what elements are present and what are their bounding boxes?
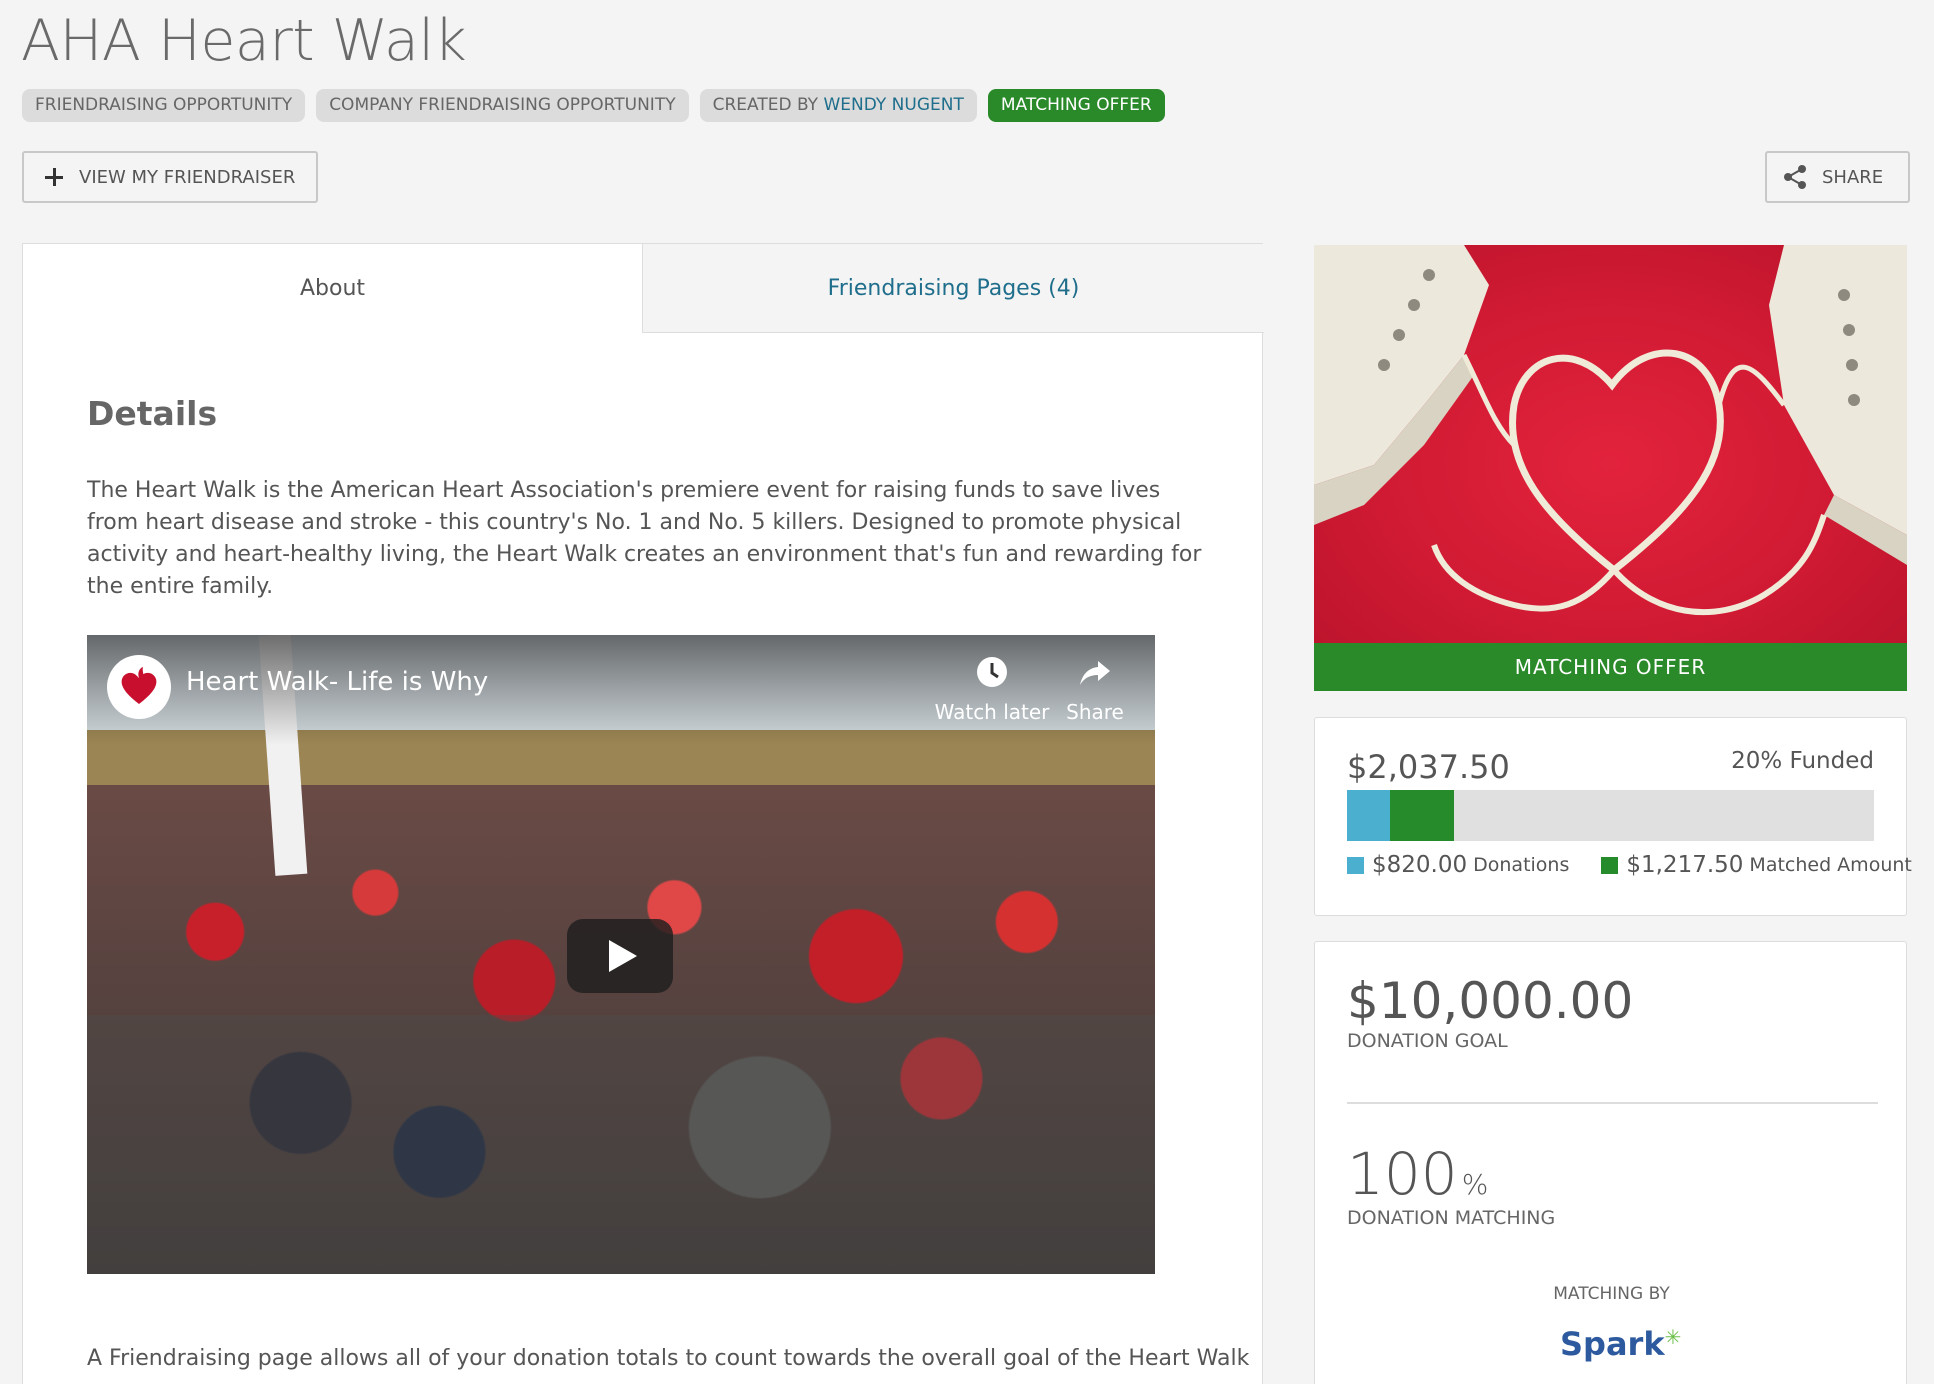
matched-amount: $1,217.50 — [1626, 852, 1744, 878]
matching-offer-badge: MATCHING OFFER — [1314, 643, 1907, 691]
fundraising-progress-card: $2,037.50 20% Funded $820.00 Donations $… — [1314, 717, 1912, 916]
video-share-label: Share — [1066, 700, 1124, 724]
view-friendraiser-button[interactable]: VIEW MY FRIENDRAISER — [22, 151, 318, 203]
tab-friendraising-pages[interactable]: Friendraising Pages (4) — [642, 244, 1264, 333]
details-heading: Details — [87, 394, 218, 433]
matching-value: 100 — [1347, 1140, 1458, 1208]
donations-label: Donations — [1473, 854, 1570, 876]
tag-friendraising: FRIENDRAISING OPPORTUNITY — [22, 89, 306, 122]
matching-by-label: MATCHING BY — [1553, 1284, 1670, 1304]
share-arrow-icon — [1080, 661, 1110, 685]
watch-later-button[interactable]: Watch later — [932, 655, 1052, 724]
progress-matched-segment — [1390, 790, 1455, 841]
tag-matching-offer: MATCHING OFFER — [987, 89, 1165, 122]
clock-icon — [977, 657, 1007, 687]
watch-later-label: Watch later — [934, 700, 1050, 724]
tag-created-by: CREATED BY WENDY NUGENT — [699, 89, 977, 122]
video-player[interactable]: Heart Walk- Life is Why Watch later Shar… — [87, 635, 1155, 1274]
sponsor-name: Spark — [1560, 1325, 1665, 1363]
share-label: SHARE — [1822, 166, 1884, 188]
share-icon — [1784, 165, 1806, 189]
progress-donations-segment — [1347, 790, 1391, 841]
share-button[interactable]: SHARE — [1765, 151, 1910, 203]
goal-amount: $10,000.00 — [1347, 972, 1634, 1030]
details-description: The Heart Walk is the American Heart Ass… — [87, 478, 1202, 599]
play-icon[interactable] — [567, 919, 673, 993]
aha-logo-icon[interactable] — [107, 655, 171, 719]
view-friendraiser-label: VIEW MY FRIENDRAISER — [79, 166, 296, 188]
donations-swatch — [1347, 856, 1364, 874]
donations-amount: $820.00 — [1372, 852, 1468, 878]
main-card: About Friendraising Pages (4) Details Th… — [22, 243, 1264, 1384]
funded-percentage: 20% Funded — [1731, 748, 1874, 774]
video-road — [87, 1015, 1155, 1274]
plus-icon — [44, 167, 64, 187]
amount-raised: $2,037.50 — [1347, 748, 1510, 786]
created-by-prefix: CREATED BY — [712, 95, 824, 115]
goal-label: DONATION GOAL — [1347, 1030, 1508, 1052]
matching-percent: 100% — [1347, 1140, 1488, 1208]
goal-divider — [1347, 1102, 1878, 1104]
legend-donations: $820.00 Donations — [1347, 852, 1569, 878]
page-title: AHA Heart Walk — [21, 8, 467, 74]
donation-goal-card: $10,000.00 DONATION GOAL 100% DONATION M… — [1314, 941, 1907, 1384]
creator-link[interactable]: WENDY NUGENT — [823, 95, 963, 115]
progress-bar — [1347, 790, 1874, 841]
matched-swatch — [1601, 856, 1619, 874]
friendraising-explainer: A Friendraising page allows all of your … — [87, 1346, 1250, 1371]
matching-unit: % — [1461, 1168, 1489, 1201]
campaign-photo — [1314, 245, 1907, 643]
video-title[interactable]: Heart Walk- Life is Why — [186, 667, 488, 697]
tab-bar: About Friendraising Pages (4) — [23, 244, 1264, 333]
tag-company: COMPANY FRIENDRAISING OPPORTUNITY — [316, 89, 689, 122]
tab-about[interactable]: About — [23, 244, 642, 332]
campaign-image-card: MATCHING OFFER — [1314, 245, 1907, 691]
matching-label: DONATION MATCHING — [1347, 1207, 1556, 1229]
tag-list: FRIENDRAISING OPPORTUNITY COMPANY FRIEND… — [22, 89, 1165, 122]
legend-matched: $1,217.50 Matched Amount — [1601, 852, 1912, 878]
matched-label: Matched Amount — [1749, 854, 1912, 876]
sponsor-logo: Spark✳ — [1560, 1325, 1682, 1363]
video-share-button[interactable]: Share — [1055, 655, 1135, 724]
progress-legend: $820.00 Donations $1,217.50 Matched Amou… — [1347, 852, 1912, 878]
